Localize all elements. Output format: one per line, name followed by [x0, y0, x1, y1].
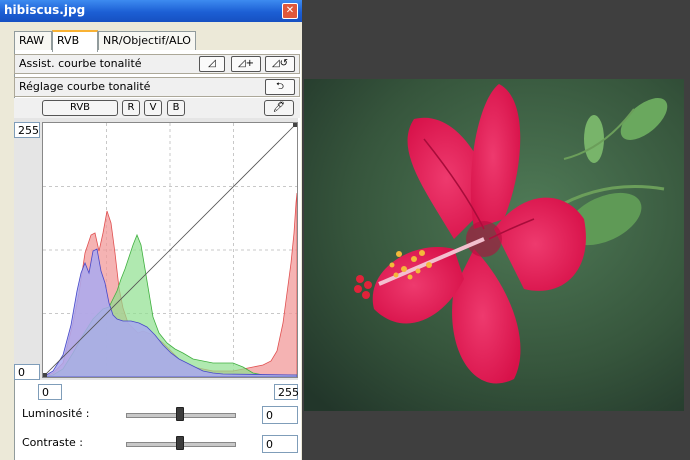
hibiscus-photo — [304, 79, 684, 411]
curve-point-black[interactable] — [43, 373, 47, 377]
input-high-field[interactable]: 255 — [274, 384, 299, 400]
luminosite-row: Luminosité : — [22, 405, 302, 425]
close-icon: ✕ — [285, 5, 295, 16]
linear-curve-button[interactable]: ◿ — [199, 56, 225, 72]
photo-preview[interactable] — [304, 79, 684, 411]
eyedropper-button[interactable]: 🖊 — [264, 100, 294, 116]
histogram-svg — [41, 122, 298, 378]
curve-reset-icon: ◿↺ — [271, 58, 289, 69]
tone-curve-panel: hibiscus.jpg ✕ RAW RVB NR/Objectif/ALO A… — [0, 0, 302, 460]
auto-curve-button[interactable]: ◿+ — [231, 56, 261, 72]
channel-r-button[interactable]: R — [122, 100, 140, 116]
channel-selector-row: RVB R V B 🖊 — [14, 98, 300, 118]
input-low-field[interactable]: 0 — [38, 384, 62, 400]
tab-nr-objectif-alo[interactable]: NR/Objectif/ALO — [98, 31, 196, 50]
linear-curve-icon: ◿ — [208, 58, 216, 69]
eyedropper-icon: 🖊 — [272, 102, 286, 113]
undo-curve-button[interactable]: ⮌ — [265, 79, 295, 95]
curve-point-white[interactable] — [293, 123, 297, 127]
contraste-value-field[interactable]: 0 — [262, 435, 298, 453]
contraste-row: Contraste : — [22, 434, 302, 454]
tone-curve-adjust-row: Réglage courbe tonalité ⮌ — [14, 77, 300, 97]
y-max-label: 255 — [14, 122, 40, 138]
tab-raw[interactable]: RAW — [14, 31, 52, 50]
title-bar: hibiscus.jpg ✕ — [0, 0, 302, 22]
tab-rvb[interactable]: RVB — [52, 30, 98, 52]
assist-label: Assist. courbe tonalité — [19, 57, 142, 70]
window-title: hibiscus.jpg — [4, 3, 86, 17]
close-button[interactable]: ✕ — [282, 3, 298, 19]
reglage-label: Réglage courbe tonalité — [19, 80, 151, 93]
luminosite-value-field[interactable]: 0 — [262, 406, 298, 424]
assist-tone-curve-row: Assist. courbe tonalité ◿ ◿+ ◿↺ — [14, 54, 300, 74]
undo-arrow-icon: ⮌ — [275, 81, 284, 92]
tone-curve-graph[interactable] — [41, 122, 298, 378]
channel-rvb-button[interactable]: RVB — [42, 100, 118, 116]
channel-b-button[interactable]: B — [167, 100, 185, 116]
reset-curve-button[interactable]: ◿↺ — [265, 56, 295, 72]
auto-curve-plus-icon: ◿+ — [237, 58, 255, 69]
luminosite-label: Luminosité : — [22, 407, 90, 420]
contraste-thumb[interactable] — [176, 436, 184, 450]
y-min-label: 0 — [14, 364, 40, 380]
contraste-label: Contraste : — [22, 436, 83, 449]
channel-v-button[interactable]: V — [144, 100, 162, 116]
luminosite-thumb[interactable] — [176, 407, 184, 421]
